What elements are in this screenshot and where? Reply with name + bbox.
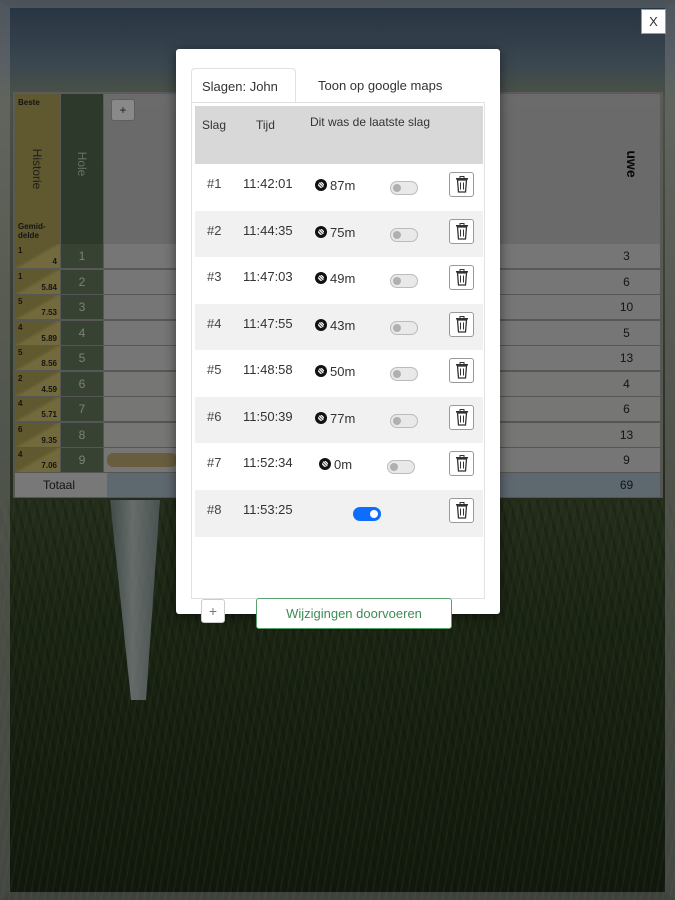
tab-content: Slag Tijd Dit was de laatste slag #1 11:4… xyxy=(191,102,485,629)
last-stroke-toggle[interactable] xyxy=(353,506,381,521)
table-header: Slag Tijd Dit was de laatste slag xyxy=(195,106,483,164)
delete-stroke-button[interactable] xyxy=(449,451,474,476)
stroke-time: 11:47:03 xyxy=(243,269,293,284)
delete-stroke-button[interactable] xyxy=(449,404,474,430)
delete-stroke-button[interactable] xyxy=(449,172,474,197)
stroke-time: 11:52:34 xyxy=(243,455,293,470)
stroke-distance: 0m xyxy=(319,457,352,472)
trash-icon xyxy=(456,362,468,379)
delete-stroke-button[interactable] xyxy=(449,265,474,290)
stroke-time: 11:53:25 xyxy=(243,501,293,517)
trash-icon xyxy=(456,408,468,426)
last-stroke-toggle[interactable] xyxy=(390,413,418,428)
last-stroke-toggle[interactable] xyxy=(390,320,418,335)
distance-value: 75m xyxy=(330,224,356,240)
distance-value: 0m xyxy=(334,457,353,472)
strokes-modal: Slagen: John Toon op google maps Slag Ti… xyxy=(176,49,500,629)
apply-changes-button[interactable]: Wijzigingen doorvoeren xyxy=(256,598,452,629)
stroke-distance: 77m xyxy=(315,411,355,426)
trash-icon xyxy=(456,315,468,333)
table-row: #6 11:50:39 77m xyxy=(195,396,483,444)
stroke-distance: 50m xyxy=(315,364,355,379)
golf-ball-icon xyxy=(315,318,327,331)
last-stroke-toggle[interactable] xyxy=(390,367,418,381)
distance-value: 87m xyxy=(330,178,356,193)
delete-stroke-button[interactable] xyxy=(449,497,474,523)
distance-value: 43m xyxy=(330,317,356,333)
stroke-distance: 49m xyxy=(315,271,355,286)
stroke-number: #6 xyxy=(207,408,222,424)
golf-ball-icon xyxy=(315,411,327,424)
trash-icon xyxy=(456,455,468,472)
trash-icon xyxy=(456,176,468,193)
golf-ball-icon xyxy=(315,272,327,284)
distance-value: 49m xyxy=(330,271,356,286)
stroke-time: 11:48:58 xyxy=(243,362,293,377)
table-row: #1 11:42:01 87m xyxy=(195,164,483,211)
stroke-number: #3 xyxy=(207,269,222,284)
stroke-number: #1 xyxy=(207,176,222,191)
delete-stroke-button[interactable] xyxy=(449,311,474,337)
table-row: #4 11:47:55 43m xyxy=(195,303,483,351)
trash-icon xyxy=(456,501,468,519)
distance-value: 50m xyxy=(330,364,356,379)
stroke-distance: 43m xyxy=(315,318,355,333)
golf-ball-icon xyxy=(315,225,327,238)
trash-icon xyxy=(456,222,468,240)
last-stroke-toggle[interactable] xyxy=(390,227,418,242)
golf-ball-icon xyxy=(315,365,327,377)
stroke-distance: 87m xyxy=(315,178,355,193)
close-button[interactable]: X xyxy=(641,9,666,34)
last-stroke-toggle[interactable] xyxy=(387,460,415,474)
delete-stroke-button[interactable] xyxy=(449,218,474,244)
tab-strokes[interactable]: Slagen: John xyxy=(191,68,296,103)
header-slag: Slag xyxy=(202,118,227,132)
trash-icon xyxy=(456,269,468,286)
stroke-time: 11:50:39 xyxy=(243,408,293,424)
tab-bar: Slagen: John Toon op google maps xyxy=(191,68,485,103)
header-last-stroke: Dit was de laatste slag xyxy=(309,115,431,129)
table-row: #7 11:52:34 0m xyxy=(195,443,483,490)
stroke-time: 11:42:01 xyxy=(243,176,293,191)
table-row: #5 11:48:58 50m xyxy=(195,350,483,397)
stroke-number: #5 xyxy=(207,362,222,377)
stroke-number: #4 xyxy=(207,315,222,331)
stroke-number: #2 xyxy=(207,222,222,238)
tab-google-maps[interactable]: Toon op google maps xyxy=(308,68,452,103)
header-tijd: Tijd xyxy=(256,118,275,132)
table-row: #2 11:44:35 75m xyxy=(195,210,483,258)
add-stroke-button[interactable]: + xyxy=(201,599,225,623)
table-row: #8 11:53:25 xyxy=(195,489,483,537)
golf-ball-icon xyxy=(319,458,331,470)
distance-value: 77m xyxy=(330,410,356,426)
stroke-distance: 75m xyxy=(315,225,355,240)
stroke-number: #8 xyxy=(207,501,222,517)
golf-ball-icon xyxy=(315,179,327,191)
last-stroke-toggle[interactable] xyxy=(390,274,418,288)
stroke-time: 11:44:35 xyxy=(243,222,293,238)
table-row: #3 11:47:03 49m xyxy=(195,257,483,304)
stroke-time: 11:47:55 xyxy=(243,315,293,331)
delete-stroke-button[interactable] xyxy=(449,358,474,383)
stroke-number: #7 xyxy=(207,455,222,470)
last-stroke-toggle[interactable] xyxy=(390,181,418,195)
